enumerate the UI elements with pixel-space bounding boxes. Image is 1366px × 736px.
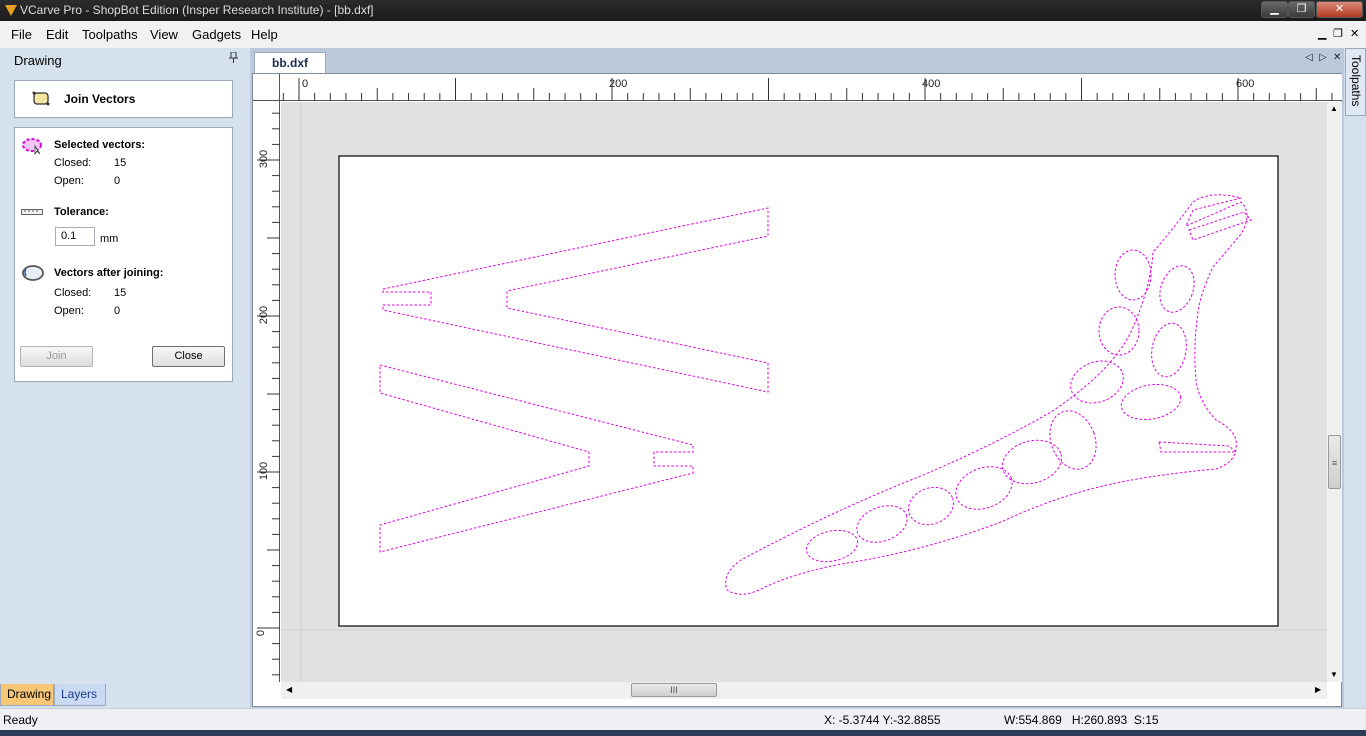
after-open-value: 0 [114, 305, 121, 317]
status-ready: Ready [3, 713, 38, 727]
selected-vectors-icon [22, 138, 42, 156]
selected-open-value: 0 [114, 175, 121, 187]
after-closed-label: Closed: [54, 287, 92, 299]
ruler-top-label-200: 200 [609, 78, 628, 90]
toolpaths-side-tab-label: Toolpaths [1349, 55, 1363, 107]
windows-taskbar [0, 730, 1366, 736]
selected-closed-label: Closed: [54, 157, 92, 169]
ruler-left-label-0: 0 [255, 629, 268, 637]
menu-edit[interactable]: Edit [46, 27, 68, 42]
status-bar: Ready X: -5.3744 Y:-32.8855 W:554.869 H:… [0, 708, 1366, 730]
minimize-button[interactable]: ▁ [1261, 1, 1288, 18]
title-bar: VCarve Pro - ShopBot Edition (Insper Res… [0, 0, 1366, 21]
ruler-top-label-0: 0 [302, 78, 309, 90]
menu-toolpaths[interactable]: Toolpaths [82, 27, 138, 42]
mdi-close-button[interactable]: ✕ [1350, 27, 1359, 40]
status-dimensions: W:554.869 H:260.893 S:15 [1004, 713, 1159, 727]
tolerance-unit: mm [100, 233, 119, 245]
tab-bb-dxf[interactable]: bb.dxf [254, 52, 326, 73]
menu-file[interactable]: File [11, 27, 32, 42]
scroll-down-arrow-icon[interactable]: ▼ [1330, 670, 1338, 679]
drawing-panel: Drawing Join Vectors Selected vectors: C… [0, 48, 246, 708]
join-vectors-form: Selected vectors: Closed: 15 Open: 0 Tol… [14, 127, 233, 382]
close-button[interactable]: Close [152, 346, 225, 367]
ruler-corner [253, 74, 280, 101]
ruler-left-label-300: 300 [258, 149, 271, 169]
vertical-ruler: 300 200 100 0 [253, 101, 280, 682]
menu-gadgets[interactable]: Gadgets [192, 27, 241, 42]
join-button[interactable]: Join [20, 346, 93, 367]
window-title: VCarve Pro - ShopBot Edition (Insper Res… [20, 3, 374, 17]
toolpaths-side-tab[interactable]: Toolpaths [1345, 48, 1366, 116]
mdi-minimize-button[interactable]: ▁ [1318, 27, 1326, 40]
vertical-scrollbar[interactable]: ▲ ≡ ▼ [1327, 102, 1342, 682]
joined-vectors-icon [22, 265, 44, 281]
vector-drawing[interactable] [281, 102, 1327, 682]
drawing-workspace[interactable] [281, 102, 1327, 682]
pin-icon[interactable] [229, 51, 238, 66]
document-area: bb.dxf ◁ ▷ ✕ 0 200 400 600 300 200 100 0 [250, 48, 1344, 708]
after-open-label: Open: [54, 305, 84, 317]
horizontal-ruler: 0 200 400 600 [280, 74, 1342, 101]
drawing-canvas-frame: 0 200 400 600 300 200 100 0 ▲ ≡ ▼ ◀ III … [252, 73, 1342, 707]
ruler-left-label-100: 100 [258, 461, 271, 481]
scroll-up-arrow-icon[interactable]: ▲ [1330, 104, 1338, 113]
menu-help[interactable]: Help [251, 27, 278, 42]
ruler-top-label-600: 600 [1236, 78, 1255, 90]
ruler-icon [21, 209, 43, 215]
horizontal-scrollbar[interactable]: ◀ III ▶ [281, 682, 1327, 699]
vcarve-app-icon [5, 5, 17, 16]
panel-title: Drawing [14, 53, 62, 68]
tab-next-arrow-icon[interactable]: ▷ [1319, 52, 1327, 63]
vertical-scroll-thumb[interactable]: ≡ [1328, 435, 1341, 489]
menu-view[interactable]: View [150, 27, 178, 42]
tab-layers[interactable]: Layers [54, 684, 106, 706]
horizontal-scroll-thumb[interactable]: III [631, 683, 717, 697]
scroll-right-arrow-icon[interactable]: ▶ [1315, 685, 1321, 694]
status-coordinates: X: -5.3744 Y:-32.8855 [824, 713, 941, 727]
close-document-icon[interactable]: ✕ [1333, 52, 1341, 63]
selected-closed-value: 15 [114, 157, 127, 169]
close-window-button[interactable]: ✕ [1316, 1, 1363, 18]
tolerance-input[interactable]: 0.1 [55, 227, 95, 246]
tab-drawing[interactable]: Drawing [0, 684, 54, 706]
join-vectors-title: Join Vectors [64, 92, 136, 106]
vertical-ruler-ticks [257, 112, 280, 676]
join-vectors-icon [32, 91, 50, 106]
horizontal-ruler-ticks [282, 78, 1333, 101]
tolerance-heading: Tolerance: [54, 206, 109, 218]
ruler-left-label-200: 200 [258, 305, 271, 325]
selected-vectors-heading: Selected vectors: [54, 139, 146, 151]
tab-prev-arrow-icon[interactable]: ◁ [1305, 52, 1313, 63]
mdi-restore-button[interactable]: ❐ [1333, 27, 1343, 40]
menu-bar: File Edit Toolpaths View Gadgets Help ▁ … [0, 21, 1366, 48]
join-vectors-header: Join Vectors [14, 80, 233, 118]
ruler-top-label-400: 400 [922, 78, 941, 90]
selected-open-label: Open: [54, 175, 84, 187]
scroll-left-arrow-icon[interactable]: ◀ [286, 685, 292, 694]
maximize-button[interactable]: ❐ [1288, 1, 1315, 18]
after-joining-heading: Vectors after joining: [54, 267, 164, 279]
after-closed-value: 15 [114, 287, 127, 299]
